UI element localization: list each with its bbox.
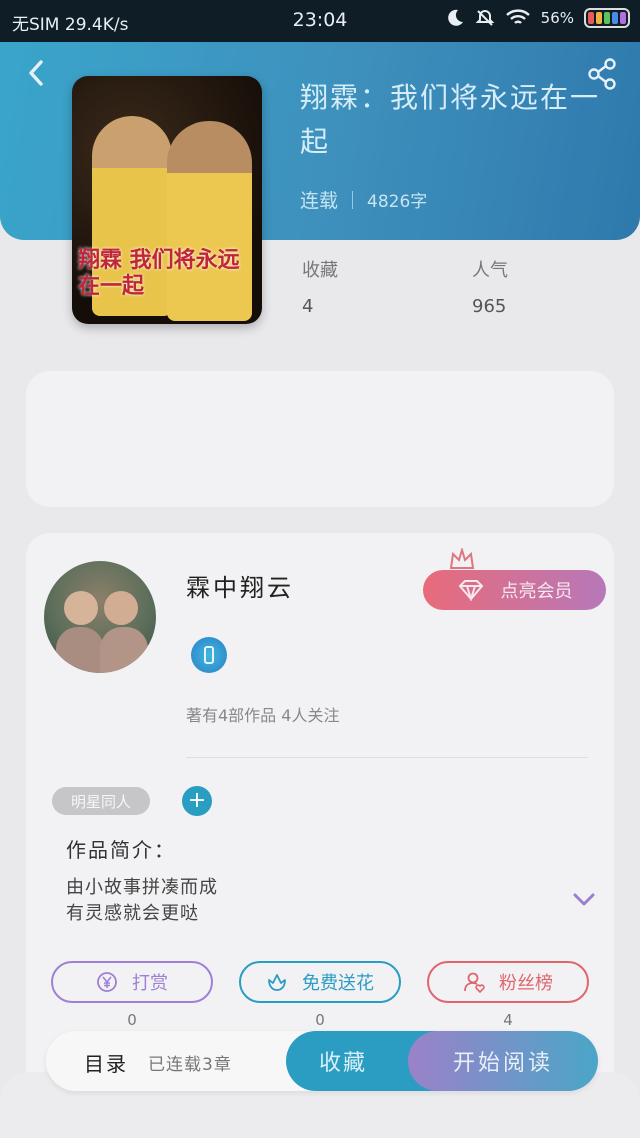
intro-line: 由小故事拼凑而成 [66,877,218,898]
flower-icon [268,974,286,991]
battery-cell [612,12,618,24]
battery-percent: 56% [540,9,574,27]
author-stats: 著有4部作品 4人关注 [186,706,340,725]
flower-count: 0 [315,1011,325,1029]
wifi-icon [505,9,530,24]
mute-bell-icon [475,9,495,26]
stat-popularity: 人气 965 [472,256,508,317]
empty-card [26,371,614,507]
serial-status: 已连载3章 [148,1055,232,1075]
avatar-face [64,591,98,625]
favorite-label: 收藏 [318,1051,367,1076]
stat-favorites: 收藏 4 [302,256,338,317]
author-avatar[interactable] [44,561,156,673]
author-name[interactable]: 霖中翔云 [186,568,294,603]
meta-divider [352,190,354,209]
status-right: 56% [445,8,630,28]
battery-icon [584,8,630,28]
battery-cell [620,12,626,24]
diamond-icon [458,580,483,601]
divider [186,757,588,758]
stat-label: 人气 [472,260,508,281]
toc-button[interactable]: 目录 [84,1048,128,1077]
fans-rank-button[interactable]: 粉丝榜 [427,961,589,1003]
avatar-figure [56,627,104,673]
crown-icon [449,548,475,569]
badge-glyph [204,646,214,664]
category-tag[interactable]: 明星同人 [52,787,150,815]
fans-icon [464,972,485,993]
start-reading-label: 开始阅读 [452,1051,553,1076]
book-title: 翔霖：我们将永远在一起 [300,81,601,158]
book-cover[interactable]: 翔霖 我们将永远在一起 [72,76,262,324]
back-arrow-icon[interactable] [22,58,52,88]
fans-rank-label: 粉丝榜 [499,973,553,994]
author-badge-icon [191,637,227,673]
avatar-face [104,591,138,625]
vip-label: 点亮会员 [500,581,573,602]
word-count: 4826字 [367,192,428,212]
intro-text: 由小故事拼凑而成 有灵感就会更哒 [66,875,218,927]
battery-cell [604,12,610,24]
cover-title-text: 翔霖 我们将永远在一起 [78,248,240,299]
fans-count: 4 [503,1011,513,1029]
chevron-down-icon[interactable] [573,892,595,908]
avatar-figure [100,627,148,673]
start-reading-button[interactable]: 开始阅读 [408,1031,598,1091]
reward-count: 0 [127,1011,137,1029]
moon-icon [447,9,463,26]
reward-button[interactable]: 打赏 [51,961,213,1003]
intro-label: 作品简介： [66,838,176,862]
stat-value: 4 [302,296,314,317]
stat-value: 965 [472,296,507,317]
add-tag-button[interactable]: + [182,786,212,816]
book-meta: 连载 4826字 [300,186,427,213]
yen-icon [97,972,117,992]
intro-line: 有灵感就会更哒 [66,903,199,924]
status-bar: 无SIM 29.4K/s 23:04 56% [0,0,640,42]
reward-label: 打赏 [132,973,168,994]
battery-cell [596,12,602,24]
stat-label: 收藏 [302,260,338,281]
vip-button[interactable]: 点亮会员 [423,570,606,610]
book-status: 连载 [300,190,339,212]
battery-cell [588,12,594,24]
send-flower-label: 免费送花 [302,973,374,994]
send-flower-button[interactable]: 免费送花 [239,961,401,1003]
